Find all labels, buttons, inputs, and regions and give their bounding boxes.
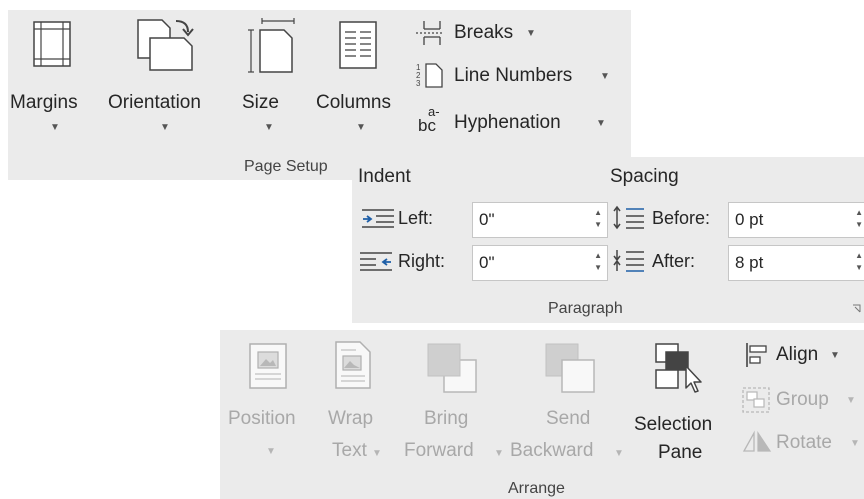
paragraph-dialog-launcher-icon[interactable] (852, 304, 862, 314)
columns-label: Columns (316, 92, 391, 113)
hyphenation-dropdown-icon: ▼ (596, 118, 606, 129)
selection-pane-icon (655, 343, 702, 393)
wrap-text-button: Wrap Text ▼ (322, 336, 388, 476)
margins-button[interactable]: Margins ▼ (10, 14, 98, 154)
margins-label: Margins (10, 92, 78, 113)
orientation-label: Orientation (108, 92, 201, 113)
send-backward-button: Send Backward ▼ (508, 336, 628, 476)
selection-pane-button[interactable]: Selection Pane (632, 336, 732, 476)
line-numbers-dropdown-icon: ▼ (600, 71, 610, 82)
line-numbers-icon: 1 2 3 (416, 63, 443, 88)
indent-right-input[interactable]: 0" ▲ ▼ (472, 245, 608, 281)
size-dropdown-icon: ▼ (264, 122, 274, 133)
breaks-icon (416, 21, 444, 45)
orientation-button[interactable]: Orientation ▼ (104, 14, 228, 154)
paragraph-group-label: Paragraph (548, 300, 623, 317)
send-backward-label-2: Backward (510, 440, 594, 461)
align-label: Align (776, 344, 819, 365)
indent-left-input[interactable]: 0" ▲ ▼ (472, 202, 608, 238)
bring-forward-icon (427, 343, 477, 393)
wrap-text-dropdown-icon: ▼ (372, 448, 382, 459)
margins-icon (33, 21, 71, 67)
align-dropdown-icon: ▼ (830, 350, 840, 361)
spacing-before-icon (613, 205, 644, 230)
size-button[interactable]: Size ▼ (240, 14, 300, 154)
indent-right-label: Right: (398, 251, 446, 271)
indent-left-spinner-icon[interactable]: ▲ ▼ (594, 207, 602, 231)
arrange-group-label: Arrange (508, 480, 565, 497)
spacing-header: Spacing (610, 166, 679, 187)
svg-text:3: 3 (416, 79, 421, 88)
breaks-button[interactable]: Breaks ▼ (414, 18, 554, 48)
margins-dropdown-icon: ▼ (50, 122, 60, 133)
spacing-after-icon (613, 250, 644, 272)
spacing-before-spinner-icon[interactable]: ▲ ▼ (855, 207, 863, 231)
selection-pane-label-1: Selection (634, 414, 713, 435)
wrap-text-label-1: Wrap (328, 408, 374, 429)
columns-button[interactable]: Columns ▼ (312, 14, 408, 154)
indent-left-label: Left: (398, 208, 434, 228)
line-numbers-label: Line Numbers (454, 65, 573, 86)
rotate-dropdown-icon: ▼ (850, 438, 860, 449)
spacing-after-label: After: (652, 251, 696, 271)
spacing-before-input[interactable]: 0 pt ▲ ▼ (728, 202, 864, 238)
size-icon (248, 18, 295, 73)
send-backward-icon (545, 343, 595, 393)
send-backward-label-1: Send (546, 408, 591, 429)
paragraph-group (352, 157, 864, 323)
columns-dropdown-icon: ▼ (356, 122, 366, 133)
position-dropdown-icon: ▼ (266, 446, 276, 457)
rotate-label: Rotate (776, 432, 832, 453)
bring-forward-button: Bring Forward ▼ (400, 336, 506, 476)
group-icon (742, 387, 770, 413)
bring-forward-dropdown-icon: ▼ (494, 448, 504, 459)
rotate-button: Rotate ▼ (740, 426, 864, 458)
indent-right-spinner-icon[interactable]: ▲ ▼ (594, 250, 602, 274)
bring-forward-label-2: Forward (404, 440, 474, 461)
hyphenation-button[interactable]: a- bc Hyphenation ▼ (414, 104, 624, 138)
hyphenation-label: Hyphenation (454, 112, 561, 133)
orientation-icon (137, 19, 194, 71)
group-button: Group ▼ (740, 384, 864, 416)
size-label: Size (242, 92, 279, 113)
spacing-after-input[interactable]: 8 pt ▲ ▼ (728, 245, 864, 281)
spacing-before-label: Before: (652, 208, 711, 228)
align-icon (746, 343, 767, 367)
breaks-label: Breaks (454, 22, 514, 43)
align-button[interactable]: Align ▼ (740, 340, 864, 372)
columns-icon (339, 21, 377, 69)
selection-pane-label-2: Pane (658, 442, 703, 463)
spacing-after-spinner-icon[interactable]: ▲ ▼ (855, 250, 863, 274)
breaks-dropdown-icon: ▼ (526, 28, 536, 39)
wrap-text-label-2: Text (332, 440, 367, 461)
hyphenation-icon: a- bc (418, 104, 440, 135)
indent-left-icon (362, 209, 394, 228)
rotate-icon (742, 430, 772, 452)
indent-right-icon (360, 252, 392, 271)
position-icon (249, 343, 287, 389)
position-button: Position ▼ (226, 336, 316, 476)
send-backward-dropdown-icon: ▼ (614, 448, 624, 459)
bring-forward-label-1: Bring (424, 408, 469, 429)
orientation-dropdown-icon: ▼ (160, 122, 170, 133)
wrap-text-icon (335, 341, 371, 389)
page-setup-group-label: Page Setup (244, 158, 328, 175)
line-numbers-button[interactable]: 1 2 3 Line Numbers ▼ (414, 60, 624, 90)
group-dropdown-icon: ▼ (846, 395, 856, 406)
indent-header: Indent (358, 166, 411, 187)
position-label: Position (228, 408, 296, 429)
group-label: Group (776, 389, 829, 410)
